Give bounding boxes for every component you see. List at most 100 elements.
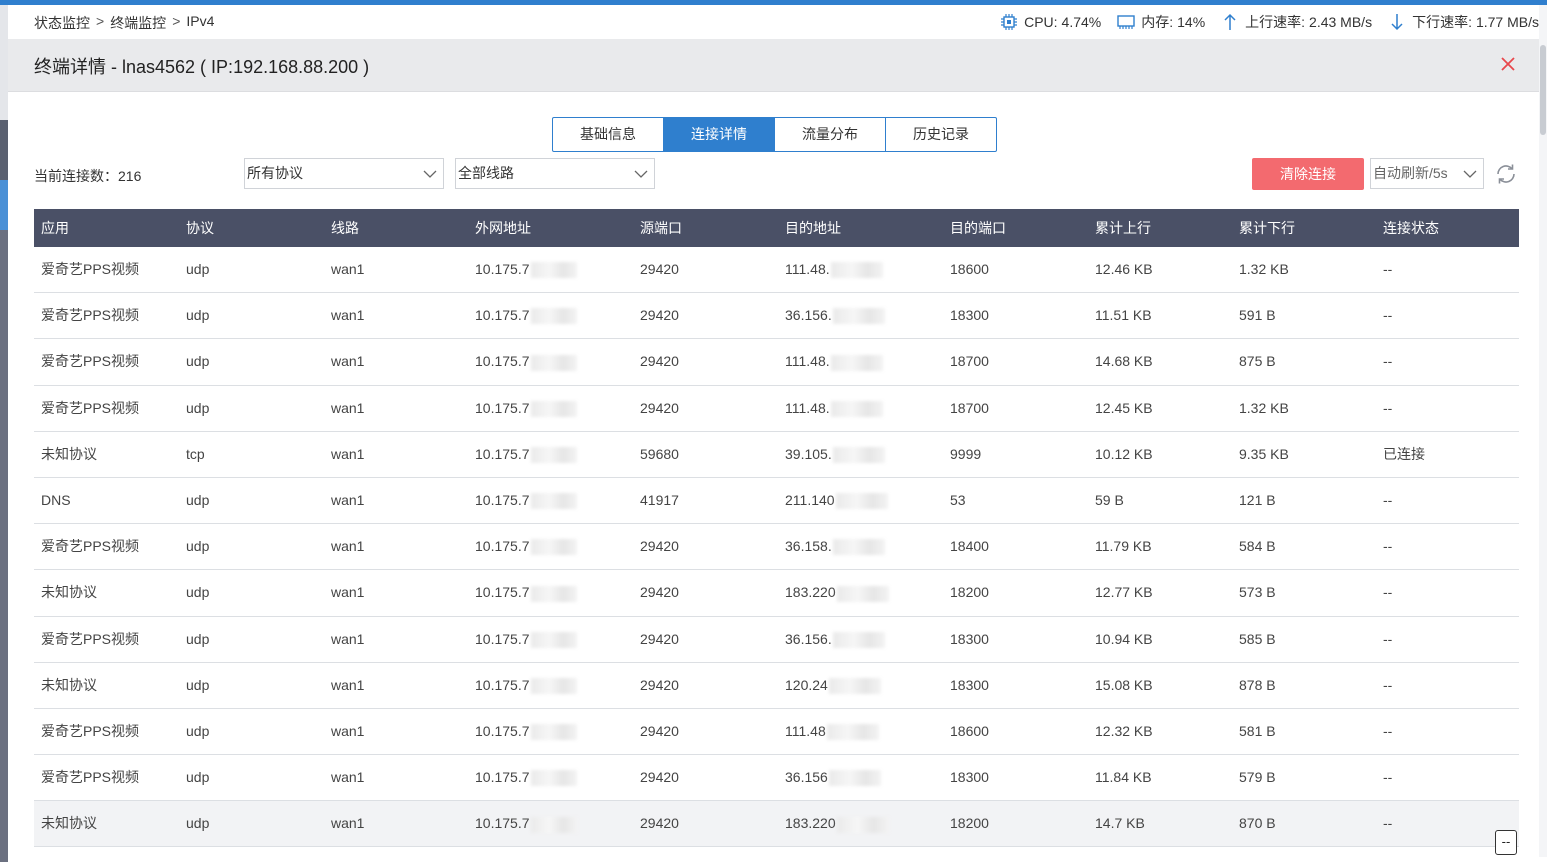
table-row[interactable]: 未知协议 udp wan1 10.175.7 29420 183.220 18200 14.7… [34, 801, 1519, 848]
table-cell: 18700 [950, 353, 989, 370]
line-select[interactable]: 全部线路 [455, 158, 655, 189]
column-header[interactable]: 应用 [34, 209, 179, 247]
column-header[interactable]: 目的地址 [778, 209, 943, 247]
arrow-up-icon [1224, 13, 1236, 30]
clear-connections-button[interactable]: 清除连接 [1252, 158, 1364, 190]
table-cell: 18600 [950, 261, 989, 277]
redacted-mask [826, 724, 879, 741]
table-cell: 36.156. [778, 617, 943, 662]
redacted-mask [530, 770, 577, 787]
table-cell: 15.08 KB [1095, 676, 1153, 693]
table-row[interactable]: 未知协议 udp wan1 10.175.7 29420 120.24 18300 15.08… [34, 662, 1519, 709]
redacted-mask [530, 400, 577, 417]
auto-refresh-select[interactable]: 自动刷新/5s [1370, 158, 1484, 189]
breadcrumb: 状态监控 > 终端监控 > IPv4 [34, 13, 215, 33]
table-row[interactable]: DNS udp wan1 10.175.7 41917 211.140 53 59 B 121 … [34, 477, 1519, 525]
column-header[interactable]: 源端口 [633, 209, 778, 247]
scrollbar-thumb[interactable] [1540, 45, 1546, 135]
tab-connection-details[interactable]: 连接详情 [663, 117, 775, 152]
table-cell: 11.51 KB [1095, 307, 1152, 324]
table-cell: 573 B [1239, 584, 1276, 601]
table-cell: udp [186, 676, 210, 693]
close-button[interactable] [1497, 53, 1519, 75]
column-header[interactable]: 外网地址 [468, 209, 633, 247]
cpu-usage: CPU: 4.74% [1000, 13, 1101, 31]
table-cell: -- [1383, 491, 1393, 508]
table-row[interactable]: 爱奇艺PPS视频 udp wan1 10.175.7 29420 36.156. 18300… [34, 616, 1519, 663]
table-cell: 18300 [950, 307, 989, 324]
connections-table: 应用 协议 线路 外网地址 源端口 目的地址 目的端口 累计上行 累计下行 连接… [34, 209, 1519, 848]
table-cell: udp [186, 630, 210, 647]
table-row[interactable]: 爱奇艺PPS视频 udp wan1 10.175.7 29420 36.158. 18400… [34, 524, 1519, 571]
table-cell: -- [1383, 722, 1393, 739]
left-sidebar-edge [0, 5, 8, 862]
tab-traffic-distribution[interactable]: 流量分布 [774, 117, 886, 152]
table-cell: 29420 [640, 307, 679, 324]
column-header[interactable]: 协议 [179, 209, 324, 247]
redacted-mask [832, 308, 885, 325]
column-header[interactable]: 累计上行 [1088, 209, 1232, 247]
column-header[interactable]: 累计下行 [1232, 209, 1376, 247]
connection-count: 当前连接数：216 [34, 168, 142, 184]
table-cell: 59680 [640, 445, 679, 462]
refresh-icon[interactable] [1494, 162, 1518, 186]
breadcrumb-item: IPv4 [186, 13, 215, 29]
table-cell: udp [186, 538, 210, 555]
cpu-icon [1001, 14, 1018, 30]
column-header[interactable]: 目的端口 [943, 209, 1088, 247]
table-cell: -- [1383, 538, 1393, 555]
table-cell: tcp [186, 445, 205, 462]
memory-icon [1117, 15, 1135, 29]
tab-history[interactable]: 历史记录 [885, 117, 997, 152]
table-cell: udp [186, 584, 210, 601]
table-row[interactable]: 爱奇艺PPS视频 udp wan1 10.175.7 29420 36.156. 18300… [34, 293, 1519, 340]
breadcrumb-item[interactable]: 状态监控 [34, 13, 90, 33]
protocol-select[interactable]: 所有协议 [244, 158, 444, 189]
table-cell: 10.175.7 [468, 386, 633, 431]
table-cell: 9.35 KB [1239, 445, 1289, 462]
table-row[interactable]: 未知协议 udp wan1 10.175.7 29420 183.220 18200 12.7… [34, 570, 1519, 617]
table-row[interactable]: 未知协议 tcp wan1 10.175.7 59680 39.105. 9999 10.12… [34, 431, 1519, 478]
table-cell: 18300 [950, 630, 989, 647]
table-cell: 爱奇艺PPS视频 [41, 261, 140, 277]
table-cell: 10.175.7 [468, 478, 633, 523]
table-cell: 18600 [950, 722, 989, 739]
redacted-mask [530, 308, 577, 325]
table-cell: wan1 [331, 722, 365, 739]
table-cell: 10.175.7 [468, 339, 633, 384]
breadcrumb-item[interactable]: 终端监控 [110, 13, 166, 33]
column-header[interactable]: 连接状态 [1376, 209, 1519, 247]
table-cell: -- [1383, 676, 1393, 693]
redacted-mask [530, 677, 577, 694]
table-row[interactable]: 爱奇艺PPS视频 udp wan1 10.175.7 29420 111.48 18600 1… [34, 708, 1519, 756]
table-cell: udp [186, 353, 210, 370]
table-cell: 29420 [640, 722, 679, 739]
table-cell: 18200 [950, 584, 989, 601]
table-cell: 29420 [640, 584, 679, 601]
table-cell: 111.48. [778, 339, 943, 384]
table-cell: 9999 [950, 445, 982, 462]
redacted-mask [530, 262, 577, 279]
table-cell: 10.175.7 [468, 801, 633, 846]
table-cell: -- [1383, 769, 1393, 786]
table-cell: 10.175.7 [468, 570, 633, 615]
redacted-mask [530, 354, 577, 371]
table-cell: 11.79 KB [1095, 538, 1152, 555]
table-row[interactable]: 爱奇艺PPS视频 udp wan1 10.175.7 29420 111.48. 18700… [34, 385, 1519, 432]
table-cell: wan1 [331, 261, 365, 277]
table-cell: wan1 [331, 353, 365, 370]
table-row[interactable]: 爱奇艺PPS视频 udp wan1 10.175.7 29420 111.48. 18600… [34, 247, 1519, 294]
table-cell: 41917 [640, 491, 679, 508]
table-row[interactable]: 爱奇艺PPS视频 udp wan1 10.175.7 29420 111.48. 18700… [34, 339, 1519, 386]
column-header[interactable]: 线路 [324, 209, 468, 247]
table-cell: 爱奇艺PPS视频 [41, 630, 140, 647]
download-rate: 下行速率: 1.77 MB/s [1388, 12, 1539, 32]
scrollbar[interactable] [1539, 5, 1547, 857]
table-cell: 18300 [950, 769, 989, 786]
table-cell: 29420 [640, 769, 679, 786]
table-row[interactable]: 爱奇艺PPS视频 udp wan1 10.175.7 29420 36.156 18300 1… [34, 755, 1519, 802]
more-button[interactable]: -- [1495, 830, 1517, 855]
tab-basic-info[interactable]: 基础信息 [552, 117, 664, 152]
redacted-mask [835, 493, 888, 510]
table-cell: 未知协议 [41, 445, 97, 462]
